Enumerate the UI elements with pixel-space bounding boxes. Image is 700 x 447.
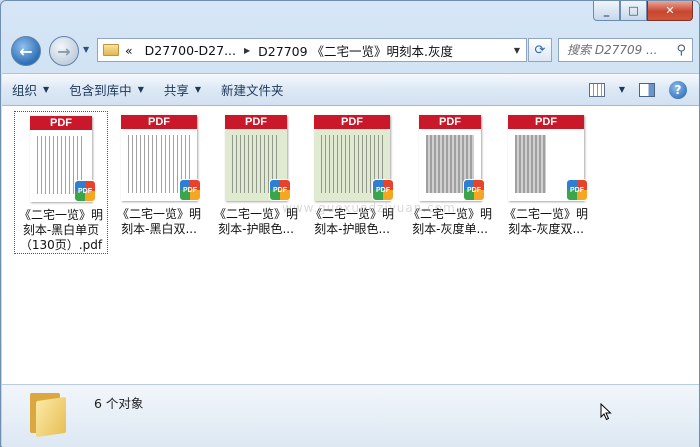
pdf-band: PDF [419,115,481,129]
chevron-down-icon: ▼ [137,85,144,94]
search-input[interactable] [567,43,665,57]
pdf-band: PDF [508,115,584,129]
text-lines-preview [515,135,546,193]
forward-button[interactable]: → [49,36,79,66]
file-name: 《二宅一览》明刻本-灰度双... [503,207,588,236]
refresh-icon: ⟳ [534,42,546,58]
pdf-band: PDF [314,115,390,129]
breadcrumb-item-current[interactable]: D27709 《二宅一览》明刻本.灰度 [252,41,459,60]
file-item[interactable]: PDF PDF 《二宅一览》明刻本-黑白双... [112,111,206,237]
file-item[interactable]: PDF PDF 《二宅一览》明刻本-黑白单页（130页）.pdf [14,111,108,254]
pdf-badge-icon: PDF [566,179,588,201]
watermark: www.guoxuedziyuan.com [282,201,456,215]
details-pane: 6 个对象 [2,384,699,447]
search-box[interactable]: ⚲ [558,38,693,62]
pdf-thumbnail: PDF PDF [415,115,485,201]
pdf-thumbnail: PDF PDF [504,115,588,201]
pdf-band: PDF [225,115,287,129]
file-item[interactable]: PDF PDF 《二宅一览》明刻本-灰度双... [499,111,593,237]
include-in-library-menu[interactable]: 包含到库中 ▼ [59,80,154,99]
text-lines-preview [321,135,352,193]
caption-buttons: _ □ ✕ [593,1,693,23]
change-view-icon[interactable] [588,82,605,97]
forward-arrow-icon: → [57,41,71,61]
toolbar-right-group: ▼ ? [588,80,687,99]
item-count: 6 个对象 [94,396,144,411]
share-menu[interactable]: 共享 ▼ [154,80,211,99]
chevron-down-icon[interactable]: ▼ [619,85,625,94]
pdf-thumbnail: PDF PDF [310,115,394,201]
folder-front-shape [36,396,66,438]
pdf-badge-icon: PDF [269,179,291,201]
close-button[interactable]: ✕ [647,1,693,21]
preview-pane-icon[interactable] [639,82,655,97]
minimize-button[interactable]: _ [593,1,620,21]
text-lines-preview [128,135,159,193]
explorer-window: _ □ ✕ ← → ▼ « D27700-D27... ▶ D27709 《二宅… [0,0,700,447]
file-item[interactable]: PDF PDF 《二宅一览》明刻本-护眼色... [305,111,399,237]
pdf-band: PDF [30,116,92,130]
pdf-thumbnail: PDF PDF [117,115,201,201]
pdf-badge-icon: PDF [179,179,201,201]
folder-icon [30,389,68,438]
organize-label: 组织 [12,83,38,98]
file-item[interactable]: PDF PDF 《二宅一览》明刻本-护眼色... [209,111,303,237]
refresh-button[interactable]: ⟳ [528,38,552,62]
search-icon[interactable]: ⚲ [676,43,686,58]
breadcrumb-overflow[interactable]: « [119,43,139,58]
file-name: 《二宅一览》明刻本-黑白单页（130页）.pdf [18,208,103,252]
folder-icon [103,44,119,56]
chevron-down-icon[interactable]: ▼ [514,46,520,55]
back-button[interactable]: ← [11,36,41,66]
mouse-cursor-icon [600,403,612,421]
pdf-badge-icon: PDF [372,179,394,201]
pdf-badge-icon: PDF [463,179,485,201]
navigation-bar: ← → ▼ « D27700-D27... ▶ D27709 《二宅一览》明刻本… [9,33,693,69]
maximize-button[interactable]: □ [620,1,647,21]
recent-pages-dropdown[interactable]: ▼ [83,45,89,54]
breadcrumb-item-parent[interactable]: D27700-D27... [139,43,242,58]
file-item[interactable]: PDF PDF 《二宅一览》明刻本-灰度单... [403,111,497,237]
new-folder-button[interactable]: 新建文件夹 [211,80,294,99]
address-bar[interactable]: « D27700-D27... ▶ D27709 《二宅一览》明刻本.灰度 ▼ [97,38,527,62]
back-arrow-icon: ← [19,41,33,61]
chevron-right-icon[interactable]: ▶ [242,46,252,55]
help-icon[interactable]: ? [669,80,687,99]
share-label: 共享 [163,83,189,98]
command-bar: 组织 ▼ 包含到库中 ▼ 共享 ▼ 新建文件夹 ▼ ? [2,73,699,106]
include-in-library-label: 包含到库中 [69,83,132,98]
pdf-thumbnail: PDF PDF [221,115,291,201]
chevron-down-icon: ▼ [43,85,50,94]
pdf-thumbnail: PDF PDF [26,116,96,202]
new-folder-label: 新建文件夹 [221,83,284,98]
file-name: 《二宅一览》明刻本-黑白双... [116,207,201,236]
organize-menu[interactable]: 组织 ▼ [2,80,59,99]
file-list: PDF PDF 《二宅一览》明刻本-黑白单页（130页）.pdf PDF PDF… [2,106,699,384]
pdf-band: PDF [121,115,197,129]
pdf-badge-icon: PDF [74,180,96,202]
chevron-down-icon: ▼ [194,85,202,94]
